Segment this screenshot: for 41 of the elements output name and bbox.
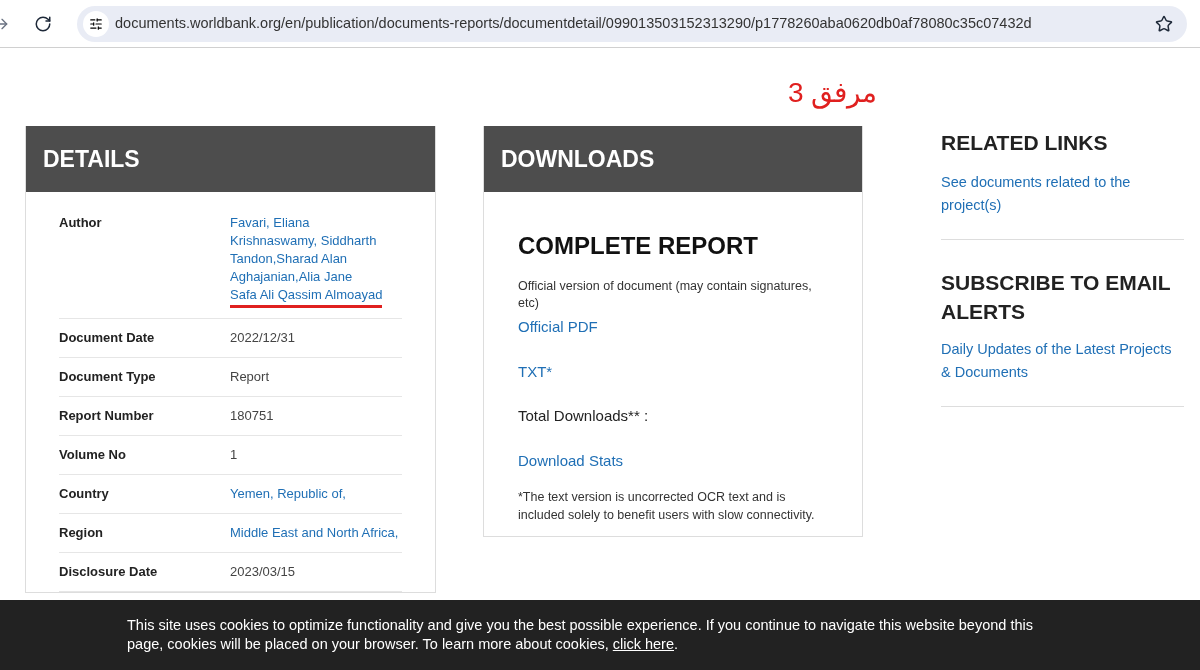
detail-label: Country [59,485,110,503]
total-downloads-label: Total Downloads** : [518,406,650,426]
detail-value: Report [230,368,270,386]
site-settings-icon[interactable] [83,10,109,37]
detail-label: Volume No [59,446,127,464]
detail-label: Region [59,524,105,542]
cookie-link[interactable]: click here [612,636,674,652]
reload-icon[interactable] [34,14,52,33]
detail-link[interactable]: Yemen, Republic of, [230,485,346,503]
version-note: Official version of document (may contain signatures, etc) [518,278,813,312]
url-text: documents.worldbank.org/en/publication/documents-reports/documentdetail/099013503152313290/p1778260aba0620db0af78080c35c07432d [115,13,1033,33]
annotation-label: مرفق 3 [788,76,878,111]
detail-link[interactable]: Safa Ali Qassim Almoayad [230,286,383,308]
related-documents-link[interactable]: See documents related to the project(s) [941,170,1184,240]
download-stats-link[interactable]: Download Stats [518,449,624,472]
report-heading: COMPLETE REPORT [518,231,759,261]
related-links-heading: RELATED LINKS [941,130,1109,156]
details-header: DETAILS [26,126,435,192]
official-pdf-link[interactable]: Official PDF [518,316,598,339]
ocr-footnote: *The text version is uncorrected OCR text and is included solely to benefit users with slow connectivity. [518,489,816,524]
detail-link[interactable]: Middle East and North Africa, [230,524,399,542]
detail-label: Author [59,214,103,232]
detail-link[interactable]: Krishnaswamy, Siddharth [230,232,377,250]
daily-updates-link[interactable]: Daily Updates of the Latest Projects & Documents [941,337,1184,407]
detail-link[interactable]: Aghajanian,Alia Jane [230,268,353,286]
detail-label: Disclosure Date [59,563,159,581]
detail-value: 1 [230,446,238,464]
detail-link[interactable]: Tandon,Sharad Alan [230,250,348,268]
address-bar[interactable]: documents.worldbank.org/en/publication/documents-reports/documentdetail/099013503152313290/p1778260aba0620db0af78080c35c07432d [77,5,1187,42]
detail-value: 2023/03/15 [230,563,296,581]
detail-value: 180751 [230,407,274,425]
downloads-header: DOWNLOADS [484,126,862,192]
txt-link[interactable]: TXT* [518,360,553,383]
cookie-notice: This site uses cookies to optimize functionality and give you the best possible experience. If you continue to navigate this website beyond this page, cookies will be placed on your browser. To learn more about cookies, click here. [127,616,1034,654]
detail-label: Document Date [59,329,156,347]
detail-value: 2022/12/31 [230,329,296,347]
detail-link[interactable]: Favari, Eliana [230,214,310,232]
detail-label: Report Number [59,407,155,425]
subscribe-heading: SUBSCRIBE TO EMAIL ALERTS [941,269,1172,325]
detail-label: Document Type [59,368,157,386]
bookmark-star-icon[interactable] [1155,14,1173,33]
